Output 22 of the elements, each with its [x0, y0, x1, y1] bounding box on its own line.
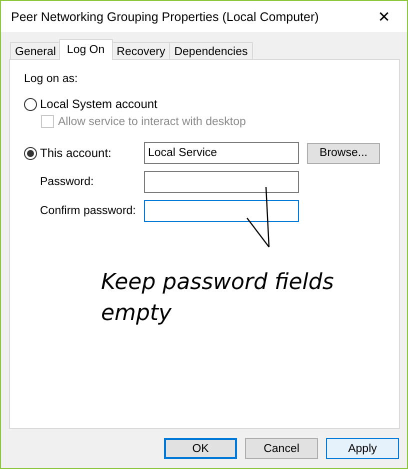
dialog-button[interactable]: OK	[164, 438, 237, 459]
window-title: Peer Networking Grouping Properties (Local Computer)	[11, 10, 319, 24]
dialog-button[interactable]: Cancel	[245, 438, 318, 459]
account-field[interactable]: Local Service	[144, 142, 299, 164]
radio-button[interactable]	[24, 146, 37, 160]
radio-label: Local System account	[40, 97, 158, 111]
close-button[interactable]: ✕	[361, 1, 407, 32]
tab[interactable]: General	[10, 42, 61, 60]
radio-label: This account:	[40, 146, 112, 160]
field-label: Confirm password:	[40, 205, 137, 217]
tab[interactable]: Dependencies	[169, 42, 253, 60]
checkbox-label: Allow service to interact with desktop	[58, 116, 246, 128]
browse-button[interactable]: Browse...	[307, 142, 380, 164]
radio-button[interactable]	[24, 98, 37, 110]
tab[interactable]: Log On	[58, 39, 113, 60]
field-label: Password:	[40, 176, 95, 188]
group-label: Log on as:	[24, 73, 79, 85]
dialog-button[interactable]: Apply	[326, 438, 399, 459]
tab[interactable]: Recovery	[112, 42, 170, 60]
annotation-text: Keep password fields empty	[101, 269, 335, 328]
password-field[interactable]	[144, 171, 299, 193]
password-field[interactable]	[144, 200, 299, 222]
